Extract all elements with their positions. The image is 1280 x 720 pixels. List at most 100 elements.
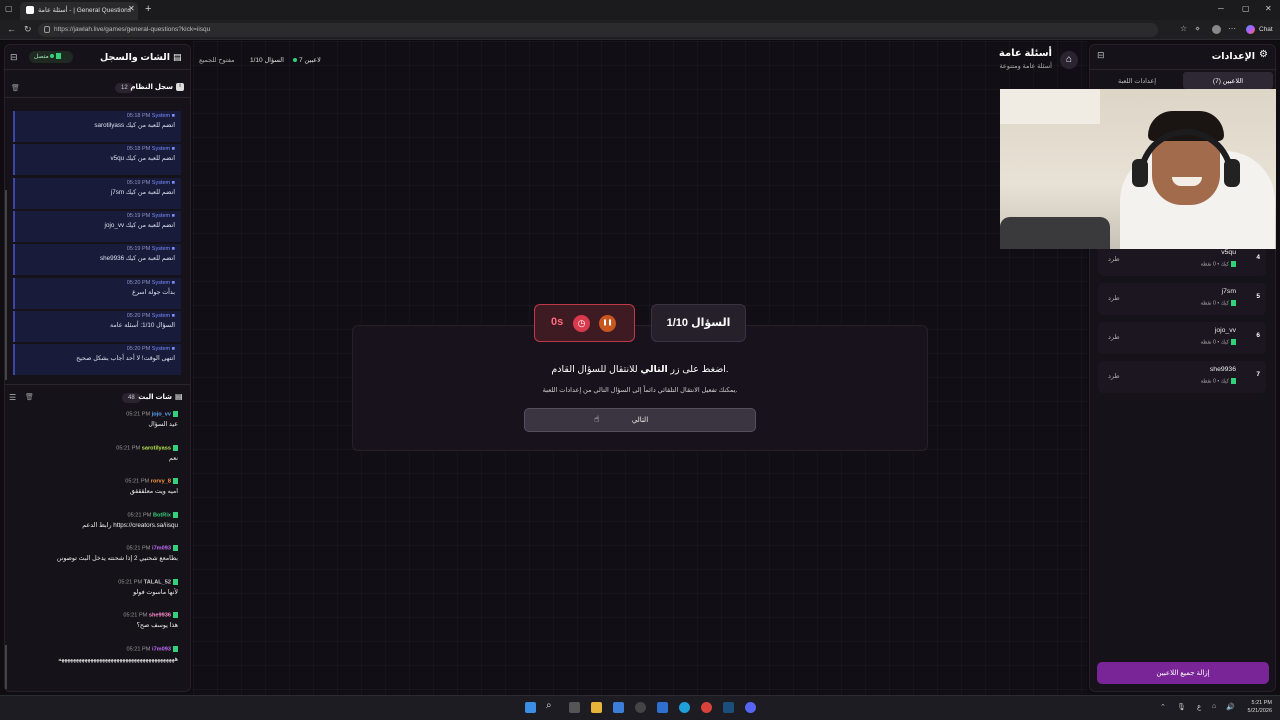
search-icon[interactable]: ⌕: [546, 700, 552, 711]
gear-icon: ⚙: [1259, 49, 1268, 60]
kick-player-button[interactable]: طرد: [1108, 333, 1120, 341]
collapse-right-icon[interactable]: ⊟: [1097, 50, 1105, 61]
chat-message: 05:21 PM TALAL_52 لأنها ماسوت فولو: [8, 578, 184, 609]
chat-text: رابط الدعم https://creators.sa/iisqu: [82, 521, 178, 529]
chat-label[interactable]: Chat: [1259, 26, 1273, 33]
log-meta: 05:19 PM System ■: [126, 212, 175, 219]
chat-username[interactable]: TALAL_52: [144, 579, 171, 585]
profile-avatar[interactable]: [1212, 25, 1221, 34]
copilot-icon[interactable]: [1246, 25, 1255, 34]
app-icon[interactable]: [635, 702, 646, 713]
kick-player-button[interactable]: طرد: [1108, 255, 1120, 263]
chrome-icon[interactable]: [701, 702, 712, 713]
tray-chevron-icon[interactable]: ⌃: [1160, 703, 1166, 711]
chat-text: اميه ويت معلقققق: [129, 488, 178, 496]
steam-icon[interactable]: [723, 702, 734, 713]
player-rank: 6: [1256, 332, 1260, 339]
player-row: 6 jojo_vv كيك • 0 نقطة طرد: [1098, 322, 1266, 354]
window-close-icon[interactable]: ✕: [1265, 4, 1272, 13]
chat-username[interactable]: rorvy_8: [151, 478, 171, 484]
chat-username[interactable]: BotRix: [153, 512, 171, 518]
back-icon[interactable]: ←: [7, 24, 16, 34]
url-input[interactable]: https://jawlah.live/games/general-questi…: [38, 23, 1158, 37]
edge-icon[interactable]: [679, 702, 690, 713]
divider: [1089, 69, 1276, 70]
chat-message: 05:21 PM i7m093 ههههههههههههههههههههههههه…: [8, 645, 184, 676]
kick-badge-icon: [173, 478, 178, 484]
kick-player-button[interactable]: طرد: [1108, 372, 1120, 380]
player-name: v5qu: [1221, 249, 1236, 256]
collapse-left-icon[interactable]: ⊟: [10, 52, 18, 63]
extensions-icon[interactable]: ⋄: [1195, 24, 1200, 33]
open-status: مفتوح للجميع: [199, 57, 235, 64]
tab-game-settings[interactable]: إعدادات اللعبة: [1092, 72, 1182, 89]
start-icon[interactable]: [525, 702, 536, 713]
volume-icon[interactable]: 🔊: [1226, 703, 1235, 711]
trash-icon[interactable]: 🗑: [11, 84, 20, 92]
system-log-item: 05:18 PM System ■ v5qu انضم للعبة من كيك: [13, 144, 181, 176]
trash-icon[interactable]: 🗑: [25, 393, 34, 401]
browser-tab[interactable]: أسئلة عامة - | General Questions: [20, 2, 138, 20]
divider: [4, 384, 191, 385]
maximize-icon[interactable]: ▢: [1242, 4, 1250, 13]
timer-box: 0s ◷ ❚❚: [534, 304, 635, 342]
chat-scrollbar[interactable]: [5, 645, 7, 689]
discord-icon[interactable]: [745, 702, 756, 713]
system-log-item: 05:19 PM System ■ jojo_vv انضم للعبة من ك…: [13, 210, 181, 242]
minimize-icon[interactable]: ─: [1218, 4, 1224, 13]
home-icon[interactable]: ⌂: [1060, 51, 1078, 69]
divider: [4, 97, 191, 98]
question-status: السؤال 1/10: [250, 57, 284, 64]
remove-all-players-button[interactable]: إزالة جميع اللاعبين: [1097, 662, 1269, 684]
chat-text: هههههههههههههههههههههههههههههههههههههههه…: [58, 655, 178, 663]
system-log-item: 05:20 PM System ■ انتهى الوقت! لا أحد أجا…: [13, 344, 181, 376]
chat-text: لأنها ماسوت فولو: [133, 588, 178, 596]
chat-username[interactable]: sarotilyass: [142, 445, 171, 451]
kick-badge-icon: [173, 444, 178, 451]
tab-players[interactable]: اللاعبين (7): [1183, 72, 1273, 89]
refresh-icon[interactable]: ↻: [24, 24, 32, 35]
tab-menu-icon[interactable]: ▢: [5, 4, 13, 13]
task-view-icon[interactable]: [569, 702, 580, 713]
system-log-item: 05:19 PM System ■ j7sm انضم للعبة من كيك: [13, 177, 181, 209]
clock-icon: ◷: [573, 315, 590, 332]
chat-text: عيد السؤال: [148, 421, 178, 429]
chat-username[interactable]: she9936: [149, 612, 171, 618]
mail-icon[interactable]: [657, 702, 668, 713]
kick-badge-icon: [173, 511, 178, 518]
log-meta: 05:19 PM System ■: [126, 246, 175, 253]
new-tab-icon[interactable]: +: [145, 3, 151, 15]
kick-player-button[interactable]: طرد: [1108, 294, 1120, 302]
language-indicator[interactable]: ع: [1197, 703, 1201, 711]
log-meta: 05:20 PM System ■: [126, 312, 175, 319]
more-icon[interactable]: ⋯: [1228, 24, 1236, 33]
log-message: jojo_vv انضم للعبة من كيك: [104, 221, 175, 229]
chat-username[interactable]: i7m093: [152, 646, 171, 652]
file-explorer-icon[interactable]: [591, 702, 602, 713]
chat-text: بطامعع شحنيي 2 إذا شحنته يدخل البث توصون…: [56, 555, 178, 563]
kick-badge-icon: [173, 411, 178, 417]
mic-icon[interactable]: 🎙: [1177, 703, 1186, 711]
chat-username[interactable]: jojo_vv: [152, 411, 171, 417]
player-name: j7sm: [1221, 288, 1236, 295]
kick-badge-icon: [173, 545, 178, 551]
favorite-icon[interactable]: ☆: [1180, 24, 1187, 33]
earcup-right: [1224, 159, 1240, 187]
log-message: sarotilyass انضم للعبة من كيك: [94, 122, 175, 129]
kick-badge-icon: [173, 645, 178, 652]
lock-icon: [44, 26, 50, 33]
earcup-left: [1132, 159, 1148, 187]
next-button[interactable]: التالي: [524, 408, 756, 432]
tab-close-icon[interactable]: ✕: [128, 4, 135, 13]
system-log-item: 05:19 PM System ■ she9936 انضم للعبة من ك…: [13, 244, 181, 276]
clock[interactable]: 5:21 PM 5/21/2026: [1236, 699, 1272, 715]
store-icon[interactable]: [613, 702, 624, 713]
filter-icon[interactable]: ☰: [9, 393, 16, 402]
pause-icon[interactable]: ❚❚: [599, 315, 616, 332]
system-log-title: سجل النظام: [130, 84, 173, 91]
network-icon[interactable]: ⌂: [1212, 703, 1216, 710]
log-scrollbar[interactable]: [5, 190, 7, 380]
chat-panel-title: الشات والسجل: [100, 52, 170, 63]
chat-username[interactable]: i7m093: [152, 545, 171, 551]
chat-message: 05:21 PM she9936 هذا يوسف صح؟: [8, 612, 184, 642]
